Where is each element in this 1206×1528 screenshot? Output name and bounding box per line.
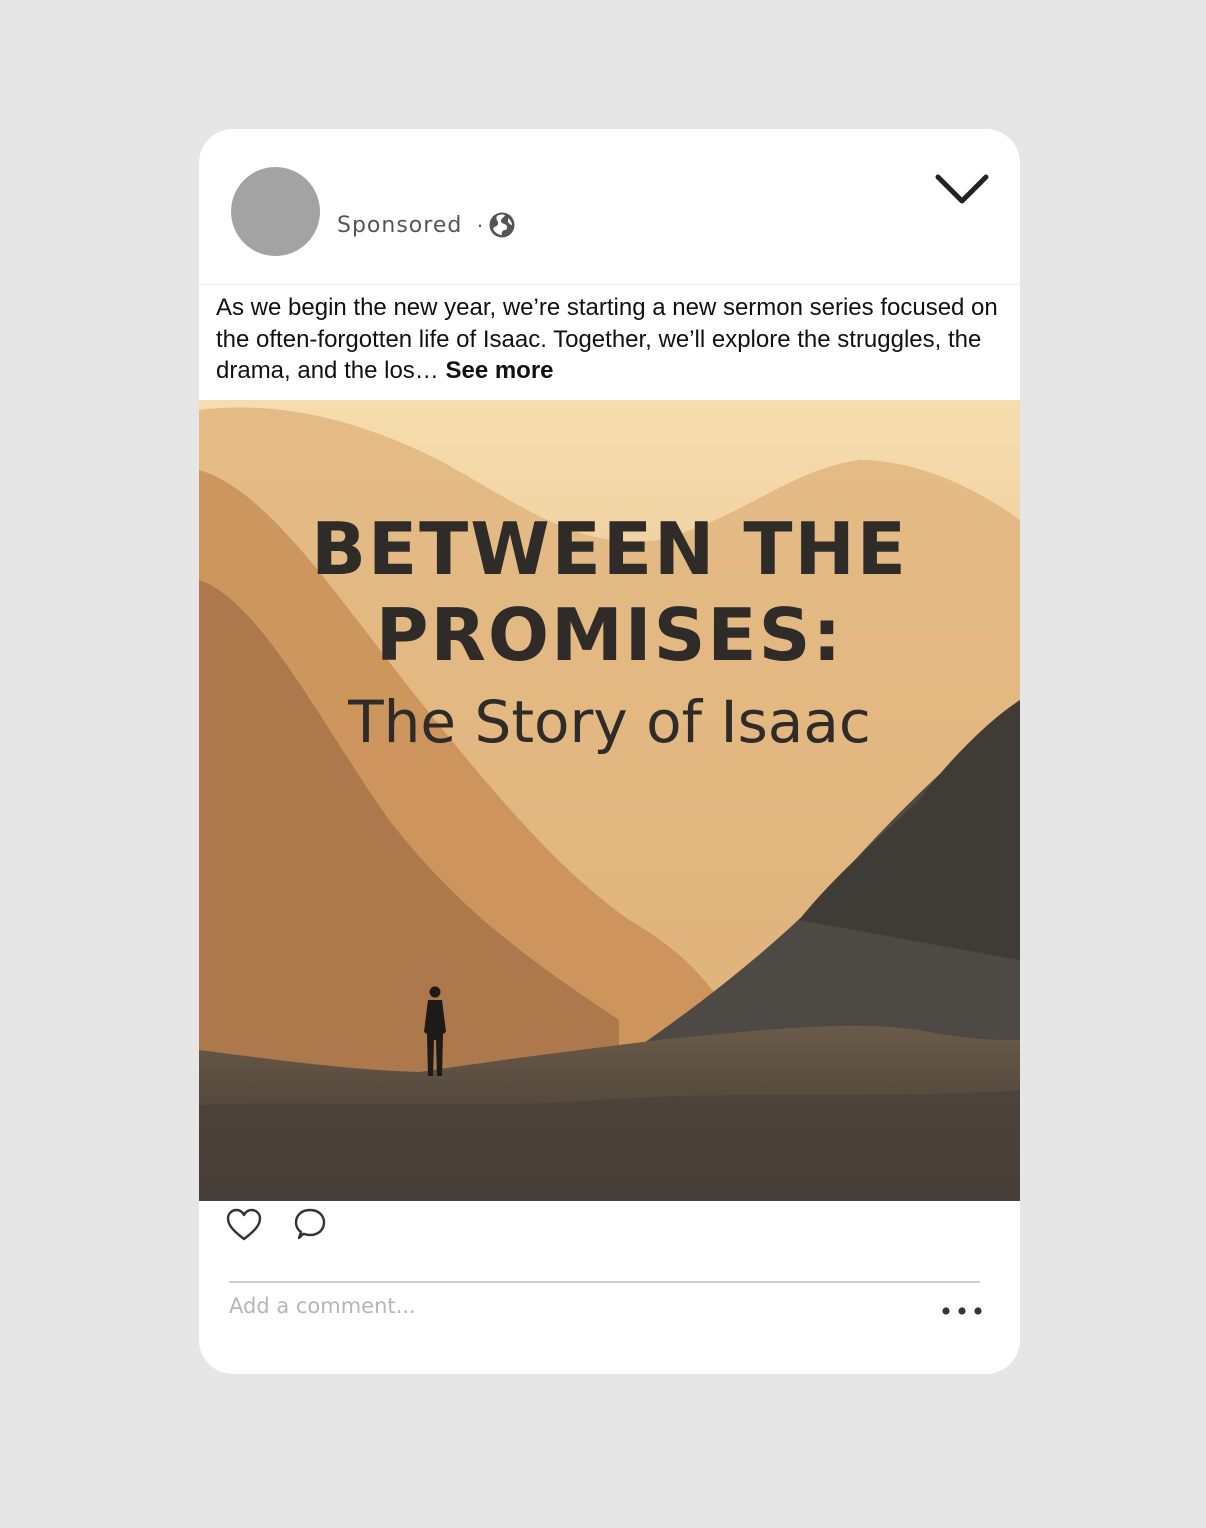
post-header: Sponsored ·	[199, 129, 1020, 285]
meta-separator: ·	[476, 212, 484, 237]
post-actions	[225, 1206, 329, 1244]
avatar[interactable]	[231, 167, 320, 256]
comment-bubble-icon[interactable]	[291, 1206, 329, 1244]
hero-subtitle: The Story of Isaac	[348, 688, 871, 756]
post-image[interactable]: BETWEEN THE PROMISES: The Story of Isaac	[199, 400, 1020, 1201]
post-meta: Sponsored ·	[337, 211, 516, 239]
caption-text: As we begin the new year, we’re starting…	[216, 294, 998, 384]
see-more-link[interactable]: See more	[445, 357, 553, 384]
chevron-down-icon[interactable]	[934, 169, 990, 209]
post-caption: As we begin the new year, we’re starting…	[216, 292, 1006, 387]
comment-divider	[229, 1281, 980, 1283]
comment-input[interactable]	[229, 1289, 909, 1323]
more-dots-icon[interactable]	[939, 1299, 985, 1323]
globe-icon	[489, 212, 515, 238]
post-card: Sponsored · As we begin the new year, we…	[199, 129, 1020, 1374]
sponsored-label: Sponsored	[337, 212, 463, 238]
heart-icon[interactable]	[225, 1206, 263, 1244]
hero-title: BETWEEN THE PROMISES:	[311, 507, 908, 677]
